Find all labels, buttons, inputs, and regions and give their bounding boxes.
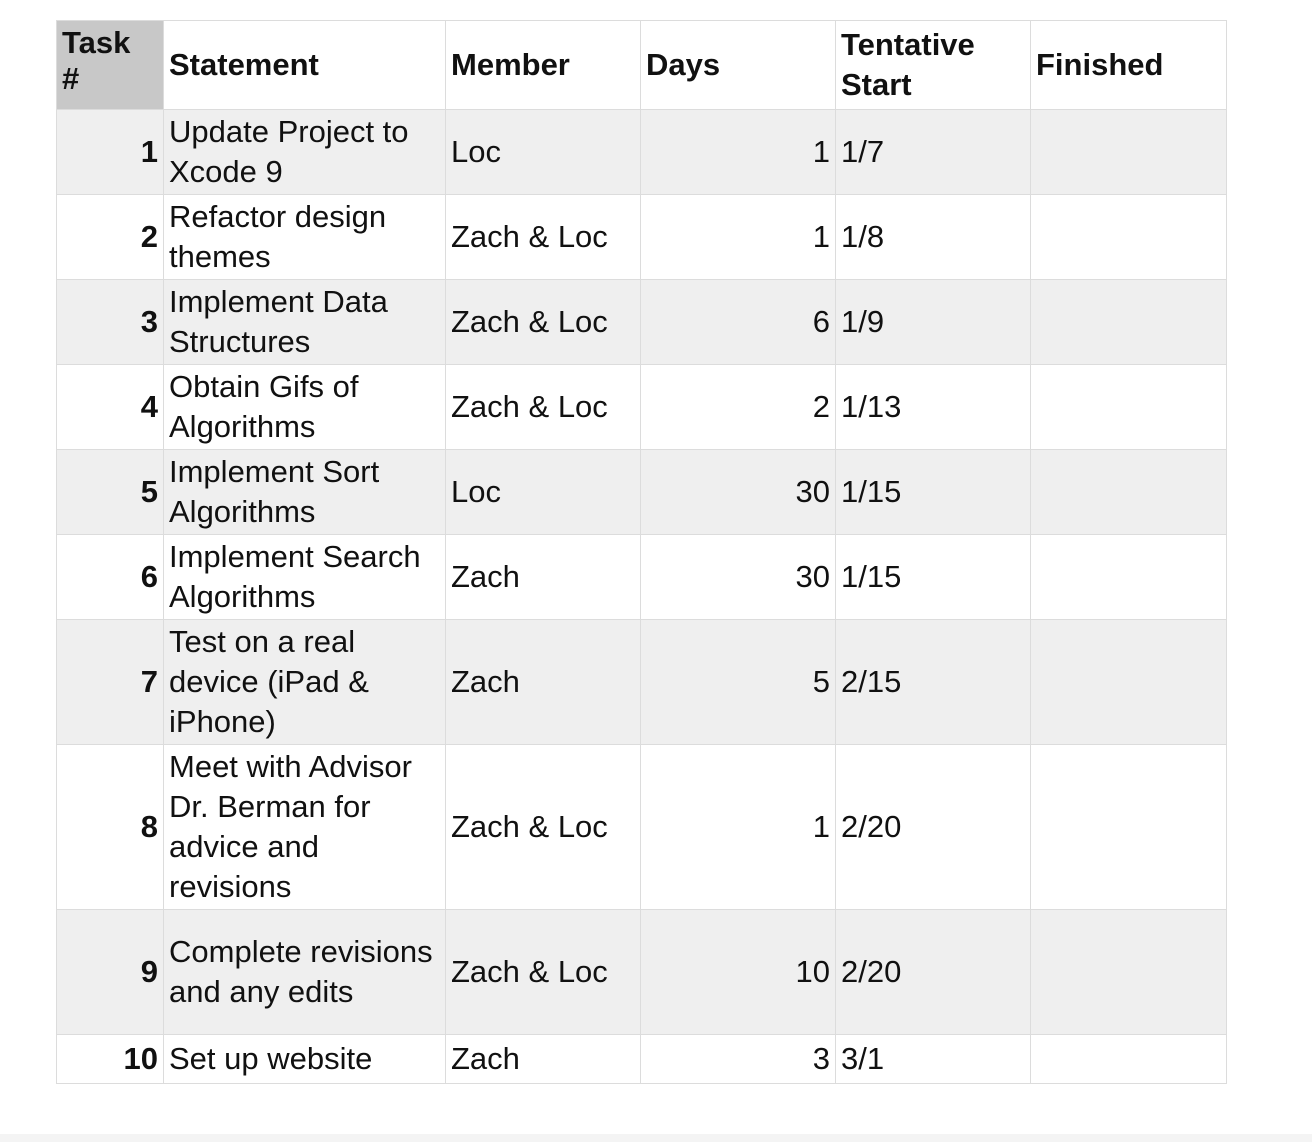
cell-member[interactable]: Zach [445,1034,641,1084]
cell-tentative-start[interactable]: 1/15 [835,534,1031,620]
cell-task-number[interactable]: 5 [56,449,164,535]
cell-member[interactable]: Zach & Loc [445,279,641,365]
table-row: 3 Implement Data Structures Zach & Loc 6… [56,279,1227,365]
cell-statement[interactable]: Implement Data Structures [163,279,446,365]
cell-member[interactable]: Zach [445,534,641,620]
table-row: 4 Obtain Gifs of Algorithms Zach & Loc 2… [56,364,1227,450]
table-row: 8 Meet with Advisor Dr. Berman for advic… [56,744,1227,910]
table-row: 5 Implement Sort Algorithms Loc 30 1/15 [56,449,1227,535]
header-tentative-start-label: Tentative Start [841,27,975,102]
cell-tentative-start[interactable]: 1/8 [835,194,1031,280]
cell-days[interactable]: 1 [640,109,836,195]
cell-finished[interactable] [1030,364,1227,450]
cell-task-number[interactable]: 8 [56,744,164,910]
header-member-label: Member [451,47,570,82]
header-finished[interactable]: Finished [1030,20,1227,110]
cell-days[interactable]: 30 [640,449,836,535]
table-row: 9 Complete revisions and any edits Zach … [56,909,1227,1035]
cell-days[interactable]: 1 [640,744,836,910]
table-row: 6 Implement Search Algorithms Zach 30 1/… [56,534,1227,620]
cell-task-number[interactable]: 6 [56,534,164,620]
table-row: 1 Update Project to Xcode 9 Loc 1 1/7 [56,109,1227,195]
cell-task-number[interactable]: 10 [56,1034,164,1084]
header-statement-label: Statement [169,47,319,82]
cell-finished[interactable] [1030,744,1227,910]
header-finished-label: Finished [1036,47,1164,82]
header-member[interactable]: Member [445,20,641,110]
cell-member[interactable]: Zach & Loc [445,909,641,1035]
header-row: Task # Statement Member Days Tentative S… [56,20,1227,110]
cell-tentative-start[interactable]: 2/15 [835,619,1031,745]
cell-days[interactable]: 5 [640,619,836,745]
cell-finished[interactable] [1030,279,1227,365]
cell-member[interactable]: Loc [445,449,641,535]
cell-task-number[interactable]: 2 [56,194,164,280]
cell-finished[interactable] [1030,534,1227,620]
cell-member[interactable]: Zach & Loc [445,744,641,910]
header-task-label: Task # [62,25,131,96]
cell-finished[interactable] [1030,194,1227,280]
cell-tentative-start[interactable]: 2/20 [835,909,1031,1035]
header-days-label: Days [646,47,721,82]
cell-days[interactable]: 6 [640,279,836,365]
cell-task-number[interactable]: 1 [56,109,164,195]
cell-days[interactable]: 2 [640,364,836,450]
cell-finished[interactable] [1030,449,1227,535]
cell-member[interactable]: Loc [445,109,641,195]
header-days[interactable]: Days [640,20,836,110]
header-task-number[interactable]: Task # [56,20,164,110]
cell-finished[interactable] [1030,909,1227,1035]
cell-statement[interactable]: Meet with Advisor Dr. Berman for advice … [163,744,446,910]
cell-task-number[interactable]: 9 [56,909,164,1035]
cell-statement[interactable]: Obtain Gifs of Algorithms [163,364,446,450]
cell-tentative-start[interactable]: 3/1 [835,1034,1031,1084]
cell-task-number[interactable]: 3 [56,279,164,365]
cell-statement[interactable]: Test on a real device (iPad & iPhone) [163,619,446,745]
header-statement[interactable]: Statement [163,20,446,110]
cell-statement[interactable]: Update Project to Xcode 9 [163,109,446,195]
bottom-strip [0,1134,1312,1142]
cell-days[interactable]: 30 [640,534,836,620]
cell-statement[interactable]: Refactor design themes [163,194,446,280]
cell-member[interactable]: Zach & Loc [445,194,641,280]
table-row: 7 Test on a real device (iPad & iPhone) … [56,619,1227,745]
header-tentative-start[interactable]: Tentative Start [835,20,1031,110]
cell-finished[interactable] [1030,1034,1227,1084]
cell-statement[interactable]: Implement Sort Algorithms [163,449,446,535]
cell-tentative-start[interactable]: 1/7 [835,109,1031,195]
cell-finished[interactable] [1030,109,1227,195]
cell-member[interactable]: Zach [445,619,641,745]
cell-tentative-start[interactable]: 1/9 [835,279,1031,365]
cell-task-number[interactable]: 4 [56,364,164,450]
cell-tentative-start[interactable]: 2/20 [835,744,1031,910]
task-table: Task # Statement Member Days Tentative S… [56,20,1227,1084]
cell-days[interactable]: 10 [640,909,836,1035]
cell-statement[interactable]: Set up website [163,1034,446,1084]
cell-statement[interactable]: Complete revisions and any edits [163,909,446,1035]
cell-days[interactable]: 1 [640,194,836,280]
table-row: 2 Refactor design themes Zach & Loc 1 1/… [56,194,1227,280]
cell-days[interactable]: 3 [640,1034,836,1084]
table-row: 10 Set up website Zach 3 3/1 [56,1034,1227,1084]
cell-finished[interactable] [1030,619,1227,745]
cell-tentative-start[interactable]: 1/15 [835,449,1031,535]
cell-tentative-start[interactable]: 1/13 [835,364,1031,450]
cell-task-number[interactable]: 7 [56,619,164,745]
cell-statement[interactable]: Implement Search Algorithms [163,534,446,620]
cell-member[interactable]: Zach & Loc [445,364,641,450]
